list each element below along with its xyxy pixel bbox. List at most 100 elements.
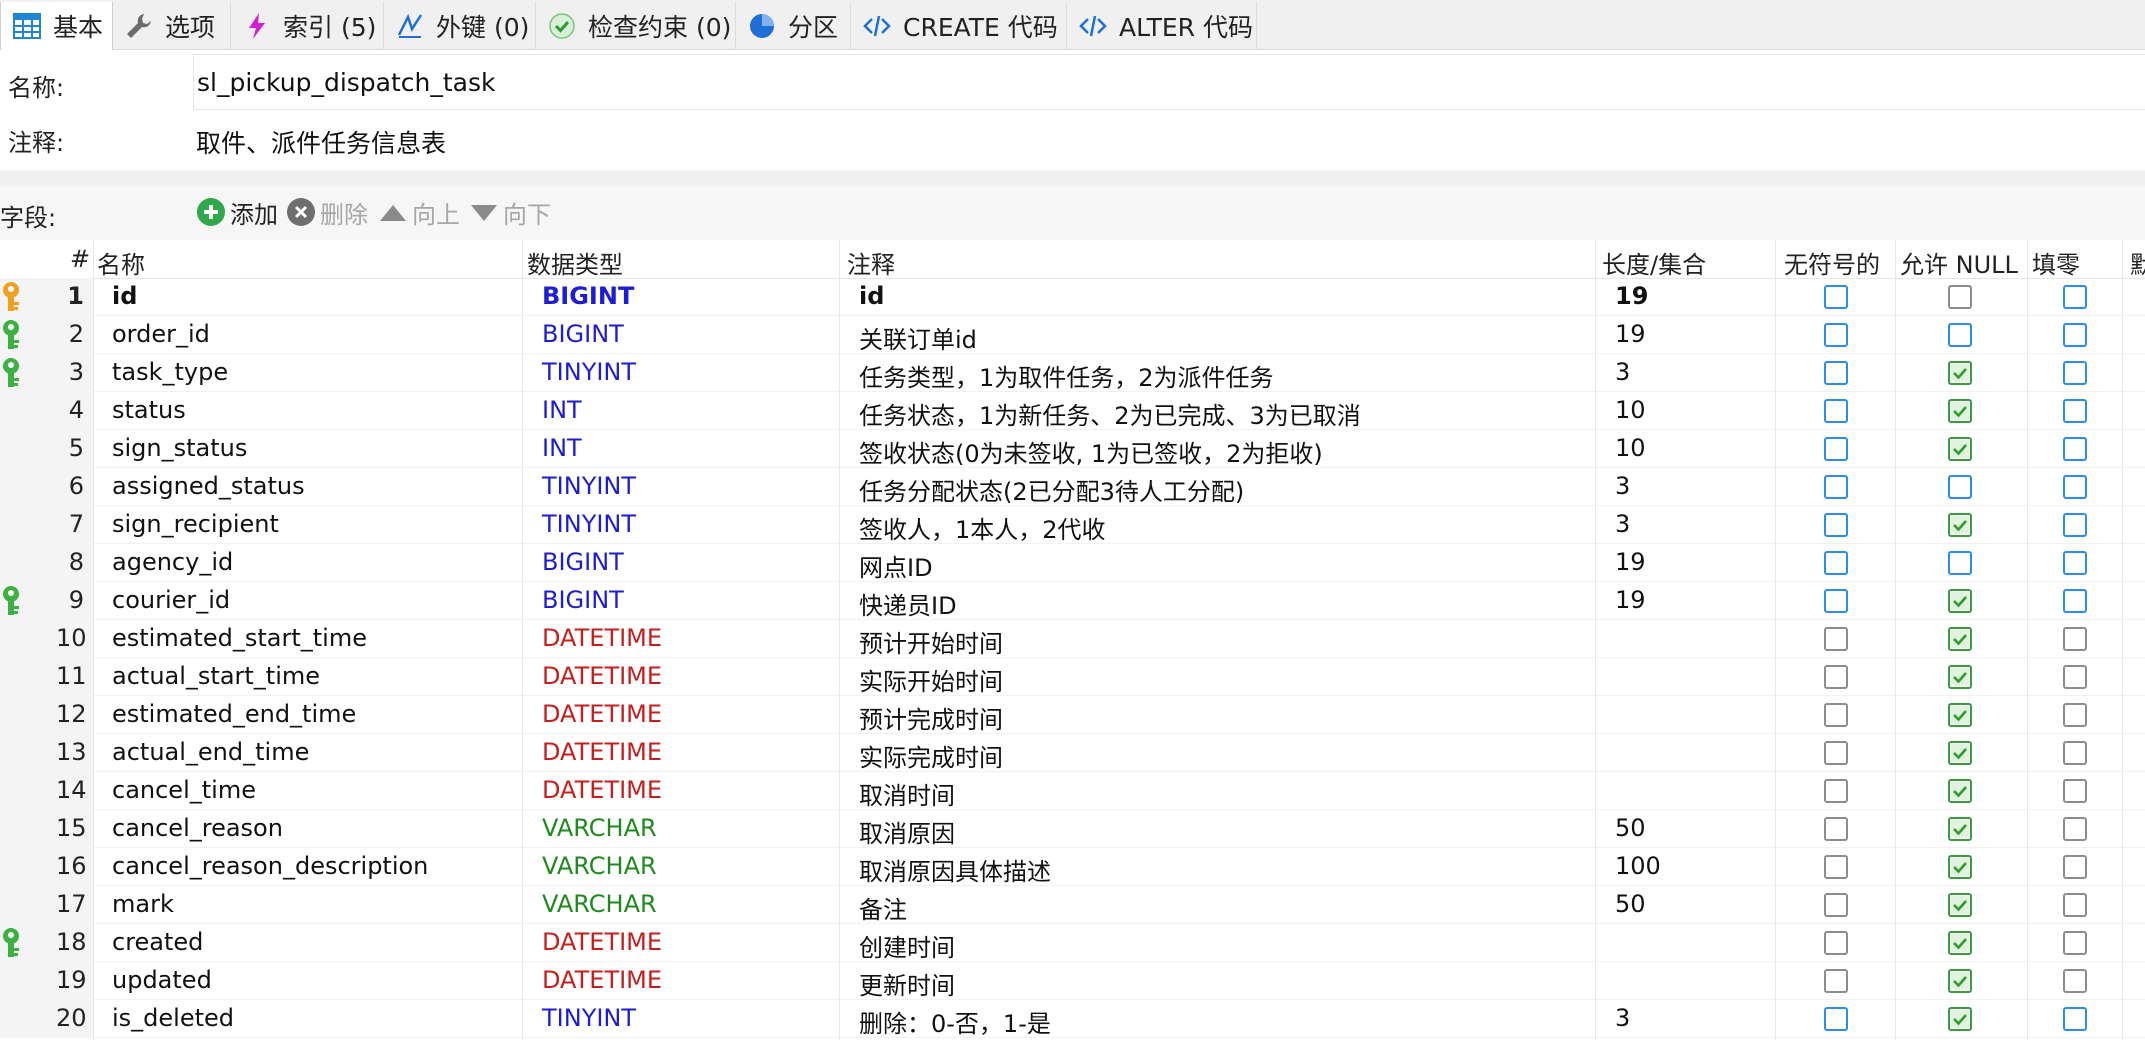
data-type-cell[interactable]: DATETIME xyxy=(542,776,662,804)
unsigned-checkbox[interactable] xyxy=(1824,855,1848,879)
field-name-cell[interactable]: task_type xyxy=(112,358,228,386)
field-name-cell[interactable]: cancel_reason xyxy=(112,814,283,842)
data-type-cell[interactable]: DATETIME xyxy=(542,738,662,766)
table-row[interactable]: 16 cancel_reason_description VARCHAR 取消原因具体… xyxy=(0,848,2145,886)
field-comment-cell[interactable]: 预计开始时间 xyxy=(859,624,1003,659)
field-name-cell[interactable]: id xyxy=(112,282,137,310)
field-comment-cell[interactable]: 创建时间 xyxy=(859,928,955,963)
data-type-cell[interactable]: BIGINT xyxy=(542,320,624,348)
tab-partitions[interactable]: 分区 xyxy=(736,2,851,49)
nullable-checkbox[interactable] xyxy=(1948,285,1972,309)
length-cell[interactable]: 19 xyxy=(1615,320,1646,348)
length-cell[interactable]: 19 xyxy=(1615,282,1648,310)
data-type-cell[interactable]: DATETIME xyxy=(542,966,662,994)
table-name-input[interactable]: sl_pickup_dispatch_task xyxy=(193,54,2145,110)
field-comment-cell[interactable]: 签收人，1本人，2代收 xyxy=(859,510,1106,545)
zerofill-checkbox[interactable] xyxy=(2063,323,2087,347)
unsigned-checkbox[interactable] xyxy=(1824,627,1848,651)
zerofill-checkbox[interactable] xyxy=(2063,931,2087,955)
zerofill-checkbox[interactable] xyxy=(2063,437,2087,461)
tab-indexes[interactable]: 索引 (5) xyxy=(231,2,384,49)
field-name-cell[interactable]: mark xyxy=(112,890,174,918)
tab-foreign-keys[interactable]: 外键 (0) xyxy=(384,2,536,49)
field-comment-cell[interactable]: 备注 xyxy=(859,890,907,925)
field-name-cell[interactable]: assigned_status xyxy=(112,472,305,500)
table-row[interactable]: 8 agency_id BIGINT 网点ID 19 xyxy=(0,544,2145,582)
field-name-cell[interactable]: estimated_start_time xyxy=(112,624,367,652)
field-name-cell[interactable]: sign_status xyxy=(112,434,247,462)
table-row[interactable]: 2 order_id BIGINT 关联订单id 19 xyxy=(0,316,2145,354)
zerofill-checkbox[interactable] xyxy=(2063,855,2087,879)
data-type-cell[interactable]: DATETIME xyxy=(542,662,662,690)
unsigned-checkbox[interactable] xyxy=(1824,893,1848,917)
header-allow-null[interactable]: 允许 NULL xyxy=(1900,245,2018,280)
nullable-checkbox[interactable] xyxy=(1948,741,1972,765)
nullable-checkbox[interactable] xyxy=(1948,323,1972,347)
zerofill-checkbox[interactable] xyxy=(2063,969,2087,993)
length-cell[interactable]: 10 xyxy=(1615,434,1646,462)
field-name-cell[interactable]: cancel_time xyxy=(112,776,256,804)
data-type-cell[interactable]: INT xyxy=(542,396,582,424)
unsigned-checkbox[interactable] xyxy=(1824,513,1848,537)
zerofill-checkbox[interactable] xyxy=(2063,399,2087,423)
unsigned-checkbox[interactable] xyxy=(1824,817,1848,841)
nullable-checkbox[interactable] xyxy=(1948,475,1972,499)
field-name-cell[interactable]: agency_id xyxy=(112,548,233,576)
unsigned-checkbox[interactable] xyxy=(1824,589,1848,613)
zerofill-checkbox[interactable] xyxy=(2063,665,2087,689)
zerofill-checkbox[interactable] xyxy=(2063,779,2087,803)
zerofill-checkbox[interactable] xyxy=(2063,817,2087,841)
table-row[interactable]: 11 actual_start_time DATETIME 实际开始时间 xyxy=(0,658,2145,696)
table-row[interactable]: 20 is_deleted TINYINT 删除：0-否，1-是 3 xyxy=(0,1000,2145,1038)
length-cell[interactable]: 19 xyxy=(1615,548,1646,576)
nullable-checkbox[interactable] xyxy=(1948,589,1972,613)
nullable-checkbox[interactable] xyxy=(1948,665,1972,689)
field-comment-cell[interactable]: 删除：0-否，1-是 xyxy=(859,1004,1051,1039)
table-row[interactable]: 14 cancel_time DATETIME 取消时间 xyxy=(0,772,2145,810)
length-cell[interactable]: 19 xyxy=(1615,586,1646,614)
unsigned-checkbox[interactable] xyxy=(1824,551,1848,575)
tab-basic[interactable]: 基本 xyxy=(0,2,113,50)
header-length[interactable]: 长度/集合 xyxy=(1602,245,1706,280)
header-default[interactable]: 默 xyxy=(2130,245,2145,280)
nullable-checkbox[interactable] xyxy=(1948,551,1972,575)
length-cell[interactable]: 3 xyxy=(1615,1004,1630,1032)
field-name-cell[interactable]: estimated_end_time xyxy=(112,700,356,728)
length-cell[interactable]: 10 xyxy=(1615,396,1646,424)
table-row[interactable]: 10 estimated_start_time DATETIME 预计开始时间 xyxy=(0,620,2145,658)
field-name-cell[interactable]: created xyxy=(112,928,203,956)
nullable-checkbox[interactable] xyxy=(1948,437,1972,461)
data-type-cell[interactable]: BIGINT xyxy=(542,548,624,576)
field-name-cell[interactable]: is_deleted xyxy=(112,1004,234,1032)
unsigned-checkbox[interactable] xyxy=(1824,1007,1848,1031)
field-comment-cell[interactable]: 取消原因 xyxy=(859,814,955,849)
unsigned-checkbox[interactable] xyxy=(1824,285,1848,309)
unsigned-checkbox[interactable] xyxy=(1824,931,1848,955)
data-type-cell[interactable]: VARCHAR xyxy=(542,814,657,842)
unsigned-checkbox[interactable] xyxy=(1824,399,1848,423)
table-row[interactable]: 19 updated DATETIME 更新时间 xyxy=(0,962,2145,1000)
nullable-checkbox[interactable] xyxy=(1948,893,1972,917)
field-name-cell[interactable]: actual_start_time xyxy=(112,662,320,690)
unsigned-checkbox[interactable] xyxy=(1824,475,1848,499)
zerofill-checkbox[interactable] xyxy=(2063,513,2087,537)
field-comment-cell[interactable]: 任务类型，1为取件任务，2为派件任务 xyxy=(859,358,1274,393)
move-up-button[interactable]: 向上 xyxy=(378,192,460,232)
table-row[interactable]: 12 estimated_end_time DATETIME 预计完成时间 xyxy=(0,696,2145,734)
field-comment-cell[interactable]: id xyxy=(859,282,884,310)
header-comment[interactable]: 注释 xyxy=(847,245,895,280)
nullable-checkbox[interactable] xyxy=(1948,931,1972,955)
table-row[interactable]: 13 actual_end_time DATETIME 实际完成时间 xyxy=(0,734,2145,772)
unsigned-checkbox[interactable] xyxy=(1824,779,1848,803)
field-comment-cell[interactable]: 签收状态(0为未签收, 1为已签收，2为拒收) xyxy=(859,434,1323,469)
header-name[interactable]: 名称 xyxy=(97,245,145,280)
field-comment-cell[interactable]: 任务状态，1为新任务、2为已完成、3为已取消 xyxy=(859,396,1361,431)
data-type-cell[interactable]: BIGINT xyxy=(542,282,634,310)
data-type-cell[interactable]: DATETIME xyxy=(542,700,662,728)
field-name-cell[interactable]: updated xyxy=(112,966,212,994)
data-type-cell[interactable]: VARCHAR xyxy=(542,890,657,918)
data-type-cell[interactable]: TINYINT xyxy=(542,358,636,386)
unsigned-checkbox[interactable] xyxy=(1824,703,1848,727)
nullable-checkbox[interactable] xyxy=(1948,399,1972,423)
length-cell[interactable]: 3 xyxy=(1615,510,1630,538)
